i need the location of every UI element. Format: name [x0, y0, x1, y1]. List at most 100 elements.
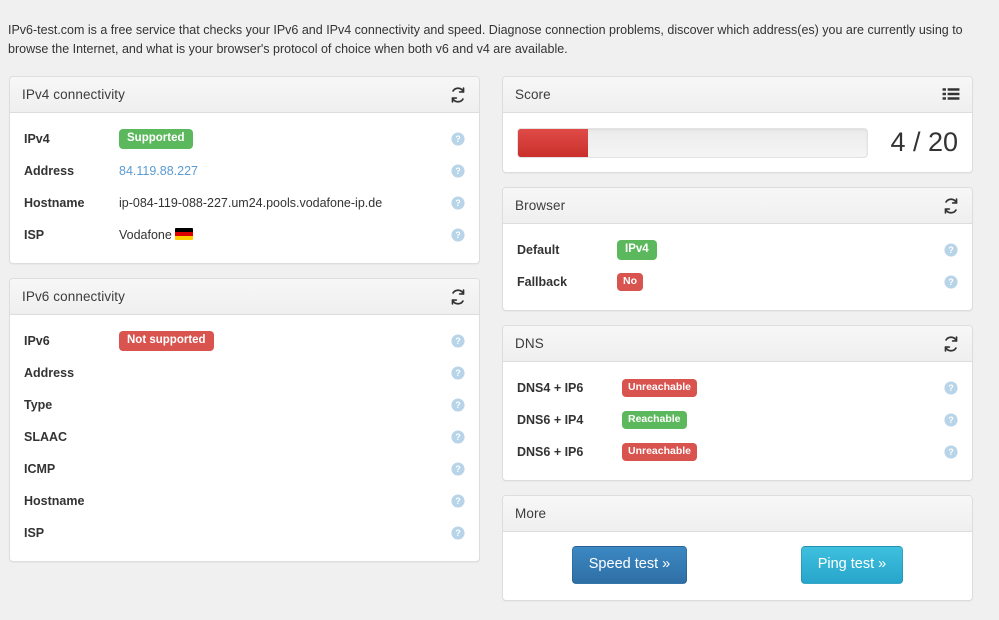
help-circle-icon[interactable]: ?	[451, 132, 465, 146]
row-ipv4-isp: ISP Vodafone ?	[22, 219, 467, 251]
panel-dns-title: DNS	[515, 336, 544, 351]
status-badge: Reachable	[622, 411, 687, 429]
help-circle-icon[interactable]: ?	[451, 164, 465, 178]
svg-text:?: ?	[455, 230, 460, 240]
row-ipv4-hostname: Hostname ip-084-119-088-227.um24.pools.v…	[22, 187, 467, 219]
panel-more: More Speed test » Ping test »	[502, 495, 973, 601]
help-circle-icon[interactable]: ?	[944, 381, 958, 395]
svg-text:?: ?	[455, 198, 460, 208]
row-label: Type	[24, 398, 53, 412]
svg-text:?: ?	[948, 245, 953, 255]
help-circle-icon[interactable]: ?	[944, 275, 958, 289]
row-label: Hostname	[24, 494, 85, 508]
row-label: ISP	[24, 228, 45, 242]
left-column: IPv4 connectivity IPv4 Supported ? Addre…	[9, 76, 480, 576]
refresh-icon[interactable]	[942, 335, 960, 353]
row-value: IPv4	[617, 240, 938, 260]
row-value: Vodafone	[119, 228, 445, 242]
score-value: 4 / 20	[890, 127, 958, 157]
row-label: IPv4	[24, 132, 50, 146]
status-badge: No	[617, 273, 643, 291]
row-label: DNS6 + IP4	[517, 413, 584, 427]
row-label: DNS4 + IP6	[517, 381, 584, 395]
help-circle-icon[interactable]: ?	[451, 334, 465, 348]
help-circle-icon[interactable]: ?	[451, 366, 465, 380]
row-value: Supported	[119, 129, 445, 149]
help-circle-icon[interactable]: ?	[451, 196, 465, 210]
panel-ipv4-connectivity: IPv4 connectivity IPv4 Supported ? Addre…	[9, 76, 480, 264]
row-ipv6-address: Address ?	[22, 357, 467, 389]
row-dns6-ip4: DNS6 + IP4 Reachable ?	[515, 404, 960, 436]
row-value: Reachable	[622, 411, 938, 429]
panel-ipv6-connectivity: IPv6 connectivity IPv6 Not supported ? A…	[9, 278, 480, 562]
panel-ipv6-title: IPv6 connectivity	[22, 289, 125, 304]
row-dns4-ip6: DNS4 + IP6 Unreachable ?	[515, 372, 960, 404]
panel-ipv4-body: IPv4 Supported ? Address 84.119.88.227 ?…	[10, 113, 479, 263]
panel-browser-title: Browser	[515, 198, 566, 213]
panel-score: Score 4 / 20	[502, 76, 973, 173]
ping-test-button[interactable]: Ping test »	[800, 546, 904, 584]
intro-paragraph: IPv6-test.com is a free service that che…	[8, 22, 963, 56]
help-circle-icon[interactable]: ?	[451, 494, 465, 508]
svg-text:?: ?	[455, 336, 460, 346]
panel-score-header: Score	[503, 77, 972, 113]
score-progress-bar	[518, 128, 588, 157]
help-circle-icon[interactable]: ?	[944, 445, 958, 459]
svg-text:?: ?	[455, 528, 460, 538]
status-badge: Unreachable	[622, 379, 698, 397]
help-circle-icon[interactable]: ?	[451, 430, 465, 444]
row-label: Fallback	[517, 275, 568, 289]
panel-ipv4-header: IPv4 connectivity	[10, 77, 479, 113]
panel-ipv6-header: IPv6 connectivity	[10, 279, 479, 315]
row-ipv6-hostname: Hostname ?	[22, 485, 467, 517]
th-list-icon[interactable]	[942, 86, 960, 104]
svg-text:?: ?	[455, 496, 460, 506]
refresh-icon[interactable]	[449, 86, 467, 104]
refresh-icon[interactable]	[449, 288, 467, 306]
row-value: Not supported	[119, 331, 445, 351]
panel-ipv6-body: IPv6 Not supported ? Address ? Type ? SL…	[10, 315, 479, 561]
svg-text:?: ?	[948, 383, 953, 393]
speed-test-button[interactable]: Speed test »	[571, 546, 688, 584]
row-dns6-ip6: DNS6 + IP6 Unreachable ?	[515, 436, 960, 468]
status-badge: IPv4	[617, 240, 657, 260]
svg-text:?: ?	[455, 166, 460, 176]
row-label: DNS6 + IP6	[517, 445, 584, 459]
help-circle-icon[interactable]: ?	[944, 413, 958, 427]
help-circle-icon[interactable]: ?	[451, 526, 465, 540]
svg-text:?: ?	[948, 447, 953, 457]
panel-dns: DNS DNS4 + IP6 Unreachable ? DNS6 + IP4	[502, 325, 973, 481]
row-label: SLAAC	[24, 430, 68, 444]
row-value: ip-084-119-088-227.um24.pools.vodafone-i…	[119, 196, 383, 210]
help-circle-icon[interactable]: ?	[451, 462, 465, 476]
panel-score-body: 4 / 20	[503, 113, 972, 172]
panel-dns-body: DNS4 + IP6 Unreachable ? DNS6 + IP4 Reac…	[503, 362, 972, 480]
status-badge: Supported	[119, 129, 193, 149]
row-label: Address	[24, 164, 75, 178]
row-value: No	[617, 273, 938, 291]
row-label: Hostname	[24, 196, 85, 210]
row-label: Default	[517, 243, 560, 257]
help-circle-icon[interactable]: ?	[451, 228, 465, 242]
row-browser-fallback: Fallback No ?	[515, 266, 960, 298]
status-badge: Not supported	[119, 331, 214, 351]
right-column: Score 4 / 20 Browser Default IPv4 ? Fall…	[502, 76, 973, 615]
row-browser-default: Default IPv4 ?	[515, 234, 960, 266]
flag-de-icon	[174, 228, 193, 240]
isp-name: Vodafone	[119, 228, 172, 242]
help-circle-icon[interactable]: ?	[944, 243, 958, 257]
row-ipv6-isp: ISP ?	[22, 517, 467, 549]
row-label: IPv6	[24, 334, 50, 348]
row-label: ISP	[24, 526, 45, 540]
help-circle-icon[interactable]: ?	[451, 398, 465, 412]
panel-browser-header: Browser	[503, 188, 972, 224]
score-progress-track	[517, 127, 869, 158]
row-ipv4-status: IPv4 Supported ?	[22, 123, 467, 155]
svg-text:?: ?	[455, 368, 460, 378]
panel-more-body: Speed test » Ping test »	[503, 532, 972, 600]
row-ipv6-icmp: ICMP ?	[22, 453, 467, 485]
row-ipv6-type: Type ?	[22, 389, 467, 421]
panel-dns-header: DNS	[503, 326, 972, 362]
refresh-icon[interactable]	[942, 197, 960, 215]
ipv4-address-link[interactable]: 84.119.88.227	[119, 164, 445, 178]
